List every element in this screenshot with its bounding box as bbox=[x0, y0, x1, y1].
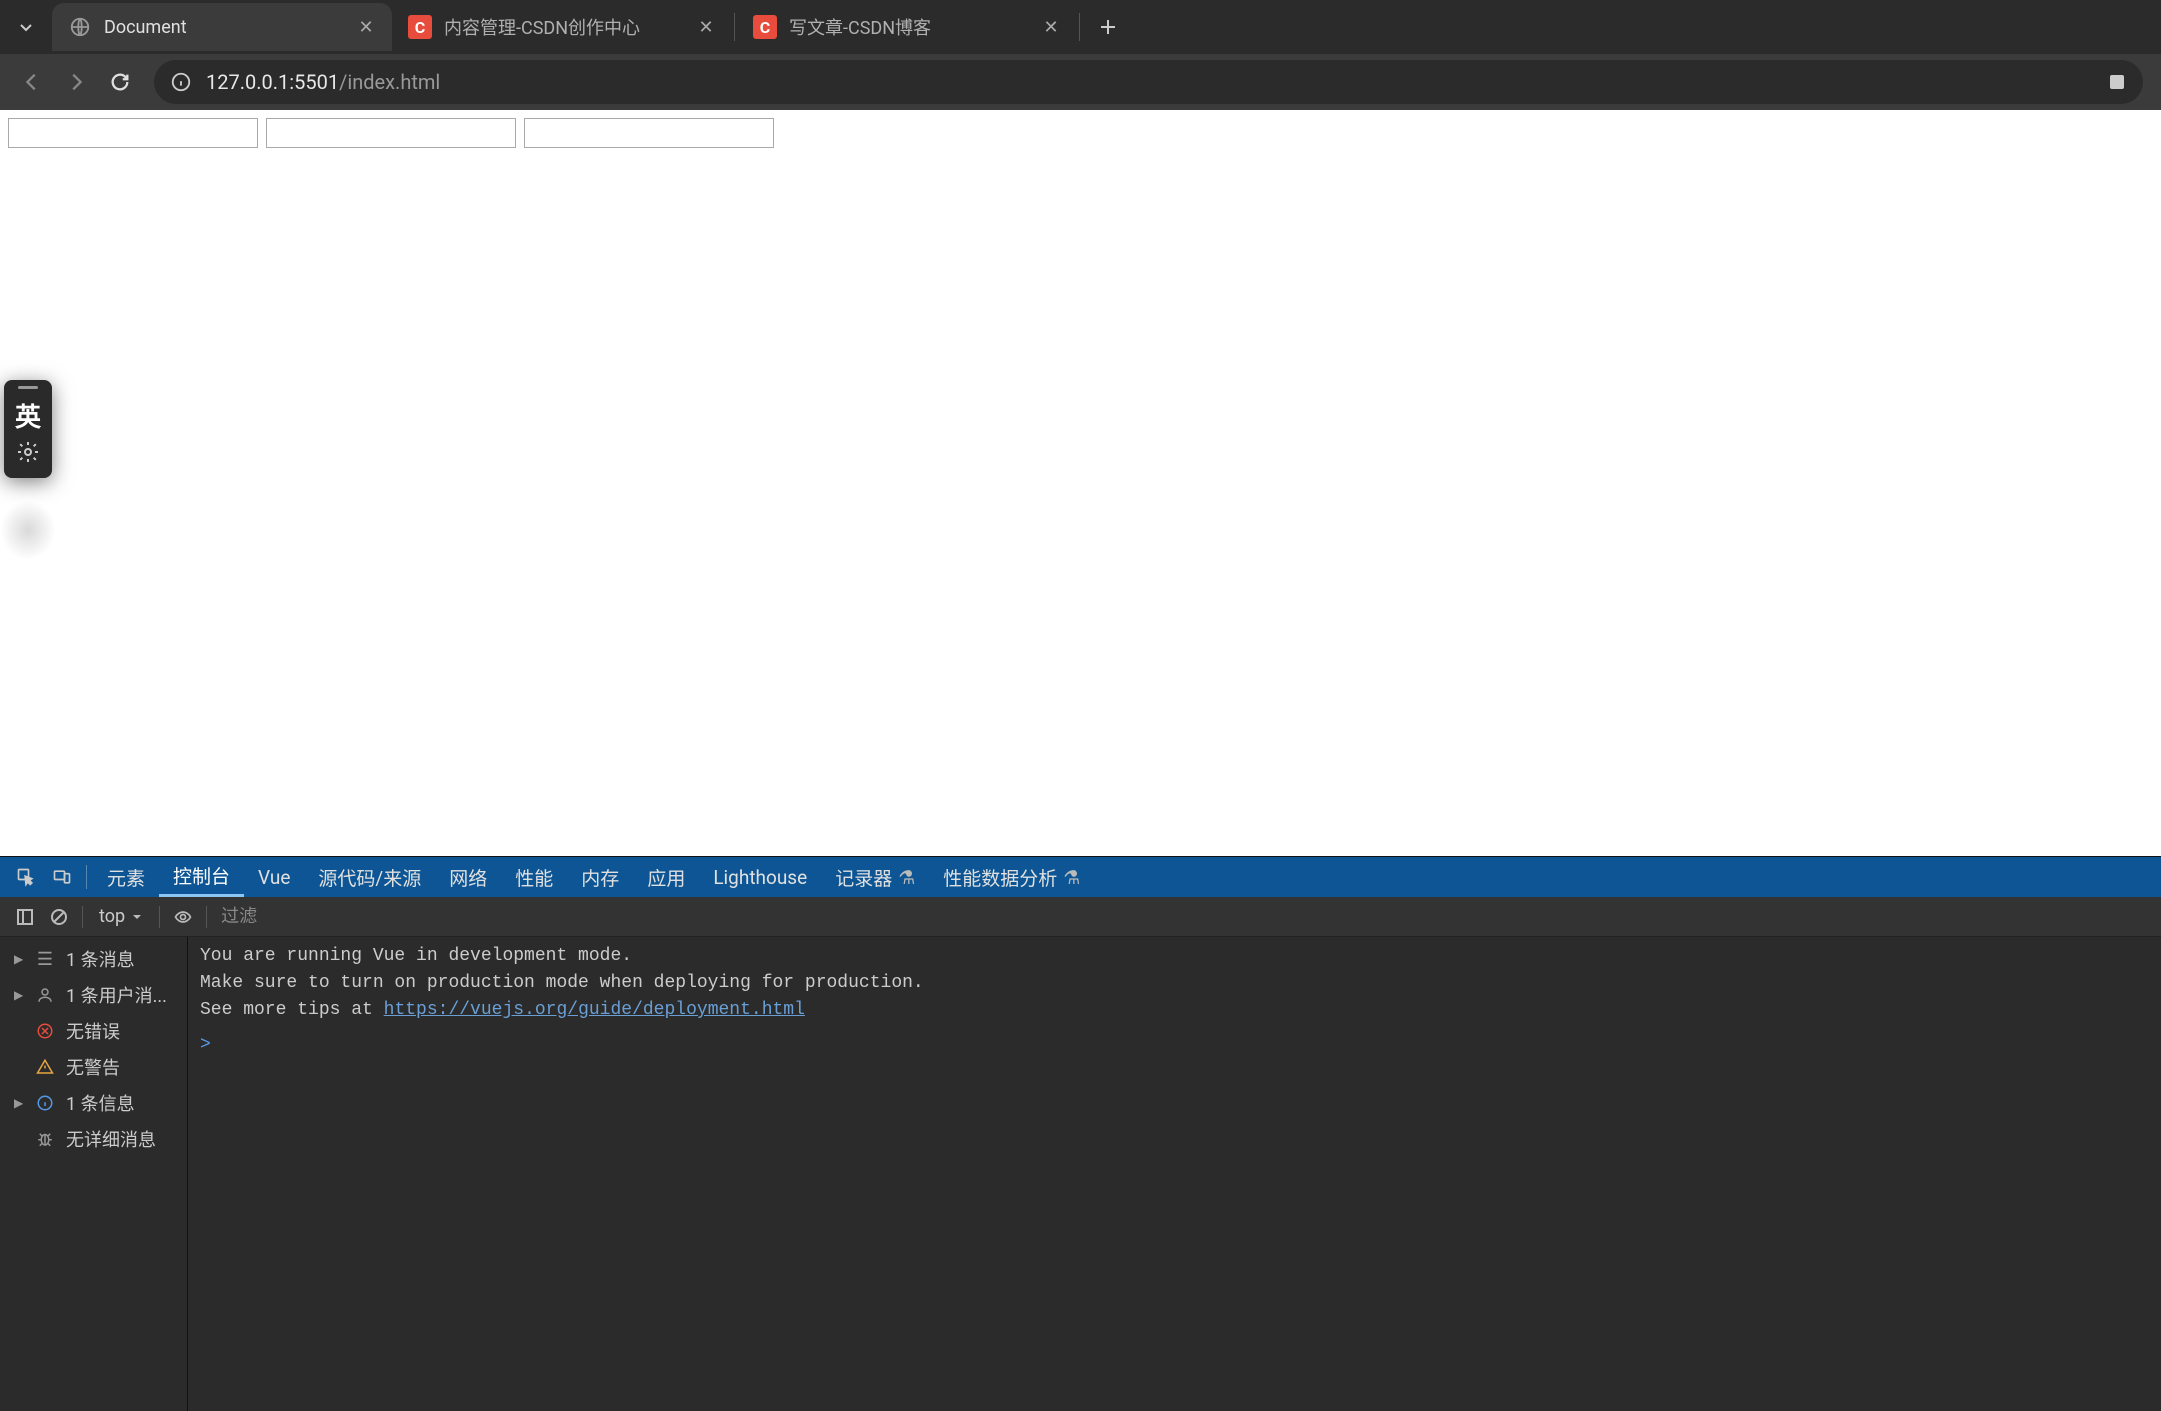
favicon-icon: C bbox=[753, 15, 777, 39]
error-icon bbox=[34, 1022, 56, 1040]
preview-badge-icon: ⚗ bbox=[1063, 866, 1080, 889]
page-viewport: 英 bbox=[0, 110, 2161, 856]
sidebar-errors[interactable]: 无错误 bbox=[0, 1013, 187, 1049]
tab-console[interactable]: 控制台 bbox=[159, 857, 244, 897]
back-button[interactable] bbox=[10, 60, 54, 104]
user-icon bbox=[34, 986, 56, 1004]
separator bbox=[159, 906, 160, 928]
live-expression-icon[interactable] bbox=[166, 900, 200, 934]
devtools-body: ▶ ☰ 1 条消息 ▶ 1 条用户消... 无错误 bbox=[0, 937, 2161, 1411]
warning-icon bbox=[34, 1058, 56, 1076]
filter-input[interactable] bbox=[213, 902, 2153, 931]
gear-icon[interactable] bbox=[16, 440, 40, 468]
tab-application[interactable]: 应用 bbox=[633, 857, 699, 897]
tab-title: 内容管理-CSDN创作中心 bbox=[444, 14, 686, 40]
console-sidebar: ▶ ☰ 1 条消息 ▶ 1 条用户消... 无错误 bbox=[0, 937, 188, 1411]
tab-performance-insights[interactable]: 性能数据分析 ⚗ bbox=[929, 857, 1094, 897]
info-icon bbox=[34, 1094, 56, 1112]
tab-elements[interactable]: 元素 bbox=[93, 857, 159, 897]
reload-button[interactable] bbox=[98, 60, 142, 104]
translate-icon[interactable] bbox=[2107, 72, 2127, 92]
console-toolbar: top bbox=[0, 897, 2161, 937]
preview-badge-icon: ⚗ bbox=[898, 866, 915, 889]
chevron-right-icon: ▶ bbox=[14, 988, 24, 1002]
new-tab-button[interactable] bbox=[1090, 9, 1126, 45]
sidebar-label: 无详细消息 bbox=[66, 1126, 156, 1152]
separator bbox=[206, 906, 207, 928]
sidebar-label: 无警告 bbox=[66, 1054, 120, 1080]
url-host: 127.0.0.1:5501 bbox=[206, 70, 339, 94]
toggle-sidebar-icon[interactable] bbox=[8, 900, 42, 934]
address-bar[interactable]: 127.0.0.1:5501/index.html bbox=[154, 60, 2143, 104]
browser-chrome: Document ✕ C 内容管理-CSDN创作中心 ✕ C 写文章-CSDN博… bbox=[0, 0, 2161, 110]
sidebar-user-messages[interactable]: ▶ 1 条用户消... bbox=[0, 977, 187, 1013]
browser-tab[interactable]: C 写文章-CSDN博客 ✕ bbox=[737, 3, 1077, 51]
console-message-line: You are running Vue in development mode. bbox=[200, 943, 2149, 970]
tab-separator bbox=[1079, 13, 1080, 41]
tab-title: Document bbox=[104, 17, 346, 38]
tab-sources[interactable]: 源代码/来源 bbox=[304, 857, 435, 897]
console-message-line: See more tips at https://vuejs.org/guide… bbox=[200, 997, 2149, 1024]
sidebar-messages[interactable]: ▶ ☰ 1 条消息 bbox=[0, 941, 187, 977]
globe-icon bbox=[68, 15, 92, 39]
chevron-right-icon: ▶ bbox=[14, 952, 24, 966]
address-bar-row: 127.0.0.1:5501/index.html bbox=[0, 54, 2161, 110]
inspect-element-icon[interactable] bbox=[8, 859, 44, 895]
tabs-dropdown-button[interactable] bbox=[8, 9, 44, 45]
tab-memory[interactable]: 内存 bbox=[567, 857, 633, 897]
console-link[interactable]: https://vuejs.org/guide/deployment.html bbox=[384, 1000, 805, 1020]
sidebar-info[interactable]: ▶ 1 条信息 bbox=[0, 1085, 187, 1121]
console-output[interactable]: You are running Vue in development mode.… bbox=[188, 937, 2161, 1411]
list-icon: ☰ bbox=[34, 949, 56, 970]
console-message-line: Make sure to turn on production mode whe… bbox=[200, 970, 2149, 997]
chevron-right-icon: ▶ bbox=[14, 1096, 24, 1110]
close-icon[interactable]: ✕ bbox=[354, 15, 378, 39]
url-path: /index.html bbox=[339, 70, 440, 94]
text-input-2[interactable] bbox=[266, 118, 516, 148]
context-dropdown[interactable]: top bbox=[89, 906, 153, 927]
tab-performance[interactable]: 性能 bbox=[501, 857, 567, 897]
sidebar-label: 1 条消息 bbox=[66, 946, 135, 972]
clear-console-icon[interactable] bbox=[42, 900, 76, 934]
browser-tab-active[interactable]: Document ✕ bbox=[52, 3, 392, 51]
browser-tab[interactable]: C 内容管理-CSDN创作中心 ✕ bbox=[392, 3, 732, 51]
separator bbox=[82, 906, 83, 928]
sidebar-label: 无错误 bbox=[66, 1018, 120, 1044]
tab-vue[interactable]: Vue bbox=[244, 857, 304, 897]
text-input-3[interactable] bbox=[524, 118, 774, 148]
tab-title: 写文章-CSDN博客 bbox=[789, 14, 1031, 40]
drag-handle-icon[interactable] bbox=[18, 386, 38, 389]
favicon-icon: C bbox=[408, 15, 432, 39]
device-toggle-icon[interactable] bbox=[44, 859, 80, 895]
ime-floating-widget[interactable]: 英 bbox=[4, 380, 52, 478]
console-prompt[interactable]: > bbox=[200, 1032, 2149, 1059]
ime-mode-label[interactable]: 英 bbox=[15, 397, 41, 434]
close-icon[interactable]: ✕ bbox=[1039, 15, 1063, 39]
close-icon[interactable]: ✕ bbox=[694, 15, 718, 39]
tab-network[interactable]: 网络 bbox=[435, 857, 501, 897]
sidebar-verbose[interactable]: 无详细消息 bbox=[0, 1121, 187, 1157]
site-info-icon[interactable] bbox=[170, 71, 192, 93]
bug-icon bbox=[34, 1130, 56, 1148]
forward-button[interactable] bbox=[54, 60, 98, 104]
sidebar-label: 1 条用户消... bbox=[66, 982, 167, 1008]
tab-separator bbox=[734, 13, 735, 41]
tab-lighthouse[interactable]: Lighthouse bbox=[699, 857, 821, 897]
url-text: 127.0.0.1:5501/index.html bbox=[206, 70, 2107, 94]
separator bbox=[86, 865, 87, 889]
inputs-row bbox=[8, 118, 2153, 148]
text-input-1[interactable] bbox=[8, 118, 258, 148]
sidebar-label: 1 条信息 bbox=[66, 1090, 135, 1116]
ime-shadow bbox=[0, 500, 56, 560]
devtools-panel: 元素 控制台 Vue 源代码/来源 网络 性能 内存 应用 Lighthouse… bbox=[0, 856, 2161, 1411]
tab-recorder[interactable]: 记录器 ⚗ bbox=[821, 857, 929, 897]
devtools-tab-bar: 元素 控制台 Vue 源代码/来源 网络 性能 内存 应用 Lighthouse… bbox=[0, 857, 2161, 897]
sidebar-warnings[interactable]: 无警告 bbox=[0, 1049, 187, 1085]
tab-bar: Document ✕ C 内容管理-CSDN创作中心 ✕ C 写文章-CSDN博… bbox=[0, 0, 2161, 54]
